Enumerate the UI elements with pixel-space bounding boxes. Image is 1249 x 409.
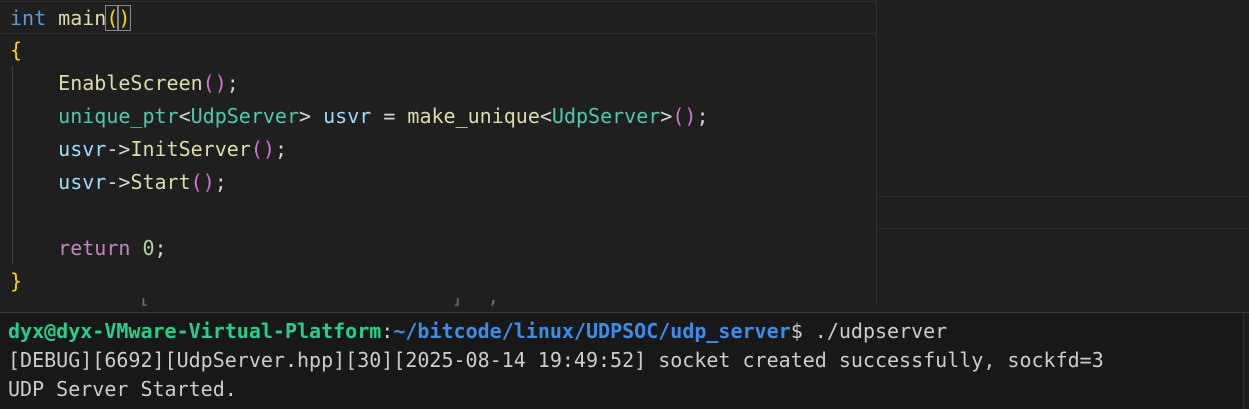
close-brace: } — [10, 269, 23, 293]
prompt-user-host: dyx@dyx-VMware-Virtual-Platform — [8, 319, 382, 343]
code-line-3[interactable]: EnableScreen(); — [0, 67, 239, 100]
panel-divider — [878, 228, 1249, 229]
open-paren: ( — [190, 170, 203, 194]
number-literal: 0 — [142, 236, 155, 260]
close-paren: ) — [202, 170, 215, 194]
function-enablescreen: EnableScreen — [58, 71, 203, 95]
keyword-int: int — [10, 6, 47, 30]
function-main: main — [58, 6, 107, 30]
variable-usvr: usvr — [323, 104, 372, 128]
arrow-operator: -> — [106, 170, 131, 194]
open-paren: ( — [202, 71, 215, 95]
angle-open: < — [178, 104, 191, 128]
code-line-5[interactable]: usvr->InitServer(); — [0, 133, 287, 166]
terminal-output-line: UDP Server Started. — [8, 377, 237, 401]
code-line-6[interactable]: usvr->Start(); — [0, 166, 227, 199]
code-line-9[interactable]: } — [0, 265, 22, 298]
type-unique-ptr: unique_ptr — [58, 104, 179, 128]
semicolon: ; — [214, 170, 227, 194]
close-paren: ) — [117, 5, 132, 31]
angle-open: < — [539, 104, 552, 128]
close-paren: ) — [684, 104, 697, 128]
terminal-panel[interactable]: dyx@dyx-VMware-Virtual-Platform:~/bitcod… — [0, 312, 1249, 409]
terminal-prompt-line[interactable]: dyx@dyx-VMware-Virtual-Platform:~/bitcod… — [8, 317, 947, 346]
semicolon: ; — [274, 137, 287, 161]
terminal-command: ./udpserver — [802, 319, 948, 343]
code-line-1[interactable]: int main() — [0, 1, 877, 34]
open-paren: ( — [105, 5, 120, 31]
prompt-dollar: $ — [790, 319, 803, 343]
function-make-unique: make_unique — [407, 104, 540, 128]
open-paren: ( — [672, 104, 685, 128]
semicolon: ; — [696, 104, 709, 128]
side-panel — [878, 0, 1249, 305]
terminal-scrollbar[interactable] — [1243, 313, 1249, 409]
angle-close: > — [299, 104, 312, 128]
assign-operator: = — [383, 104, 396, 128]
open-paren: ( — [250, 137, 263, 161]
panel-divider — [878, 196, 1249, 197]
type-udpserver: UdpServer — [551, 104, 661, 128]
screen: int main() { EnableScreen(); unique_ptr<… — [0, 0, 1249, 409]
code-line-8[interactable]: return 0; — [0, 232, 167, 265]
variable-usvr: usvr — [58, 170, 107, 194]
partial-text-line: [ ] ;;; — [138, 298, 498, 308]
open-brace: { — [10, 38, 23, 62]
prompt-path: ~/bitcode/linux/UDPSOC/udp_server — [393, 319, 791, 343]
close-paren: ) — [214, 71, 227, 95]
close-paren: ) — [262, 137, 275, 161]
angle-close: > — [660, 104, 673, 128]
function-initserver: InitServer — [130, 137, 251, 161]
arrow-operator: -> — [106, 137, 131, 161]
variable-usvr: usvr — [58, 137, 107, 161]
semicolon: ; — [154, 236, 167, 260]
code-line-2[interactable]: { — [0, 34, 22, 67]
keyword-return: return — [58, 236, 131, 260]
code-line-7[interactable] — [0, 199, 10, 232]
terminal-output-line: [DEBUG][6692][UdpServer.hpp][30][2025-08… — [8, 348, 1104, 372]
code-editor[interactable]: int main() { EnableScreen(); unique_ptr<… — [0, 0, 877, 305]
type-udpserver: UdpServer — [190, 104, 300, 128]
prompt-colon: : — [381, 319, 394, 343]
semicolon: ; — [226, 71, 239, 95]
function-start: Start — [130, 170, 191, 194]
partially-hidden-text: [ ] ;;; — [138, 298, 498, 308]
code-line-4[interactable]: unique_ptr<UdpServer> usvr = make_unique… — [0, 100, 708, 133]
